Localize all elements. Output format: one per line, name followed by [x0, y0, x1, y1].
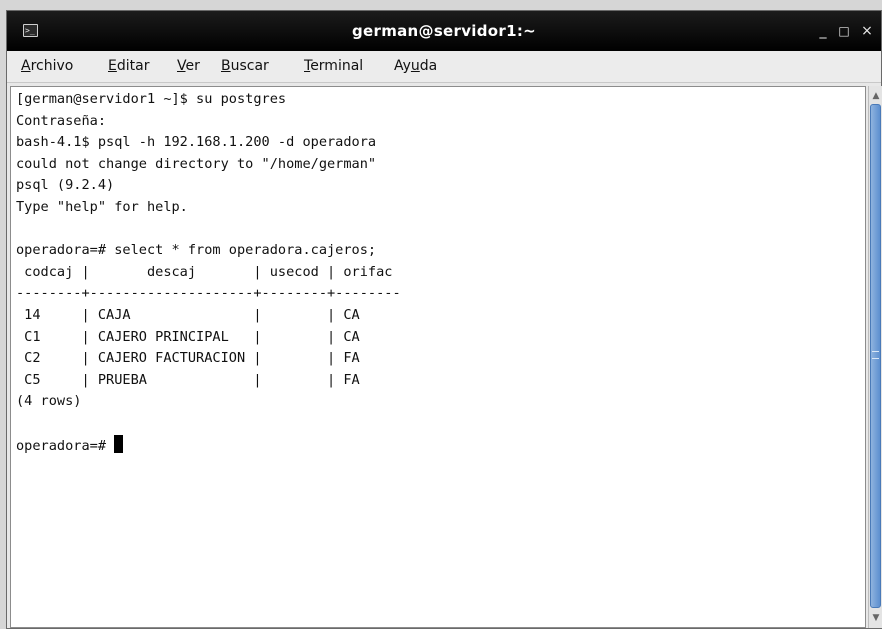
prompt-line: operadora=# — [16, 434, 401, 457]
table-row: C1 | CAJERO PRINCIPAL | | CA — [16, 328, 360, 345]
menu-buscar[interactable]: Buscar — [221, 58, 269, 74]
scroll-up-icon[interactable]: ▲ — [870, 89, 882, 103]
scroll-thumb[interactable] — [870, 104, 881, 608]
terminal-window: >_ german@servidor1:~ _ □ × Archivo Edit… — [6, 10, 882, 629]
terminal-line: Type "help" for help. — [16, 198, 188, 215]
menu-ayuda[interactable]: Ayuda — [394, 58, 437, 74]
terminal-line: [german@servidor1 ~]$ su postgres — [16, 91, 287, 107]
window-title: german@servidor1:~ — [351, 22, 536, 40]
table-row: C5 | PRUEBA | | FA — [16, 371, 360, 388]
row-count: (4 rows) — [16, 393, 82, 410]
menu-bar: Archivo Editar Ver Buscar Terminal Ayuda — [7, 51, 881, 83]
terminal-line: bash-4.1$ psql -h 192.168.1.200 -d opera… — [16, 134, 377, 151]
terminal-line: operadora=# select * from operadora.caje… — [16, 242, 377, 259]
terminal-line: could not change directory to "/home/ger… — [16, 155, 377, 172]
table-header: codcaj | descaj | usecod | orifac — [16, 263, 401, 280]
title-bar[interactable]: >_ german@servidor1:~ _ □ × — [7, 11, 881, 51]
terminal-line: psql (9.2.4) — [16, 177, 115, 194]
table-row: 14 | CAJA | | CA — [16, 306, 360, 323]
menu-terminal[interactable]: Terminal — [304, 58, 363, 74]
menu-ver[interactable]: Ver — [177, 58, 200, 74]
vertical-scrollbar[interactable]: ▲ ▼ — [868, 86, 882, 628]
table-separator: --------+--------------------+--------+-… — [16, 285, 401, 302]
prompt: operadora=# — [16, 437, 115, 454]
minimize-button[interactable]: _ — [815, 21, 831, 41]
terminal-output[interactable]: [german@servidor1 ~]$ su postgres Contra… — [10, 86, 866, 628]
text-cursor — [114, 434, 124, 453]
table-row: C2 | CAJERO FACTURACION | | FA — [16, 350, 360, 367]
menu-archivo[interactable]: Archivo — [21, 58, 73, 74]
terminal-line: Contraseña: — [16, 112, 107, 129]
terminal-lines: [german@servidor1 ~]$ su postgres Contra… — [16, 89, 401, 456]
close-button[interactable]: × — [859, 21, 875, 41]
scroll-down-icon[interactable]: ▼ — [870, 611, 882, 625]
maximize-button[interactable]: □ — [836, 21, 852, 41]
menu-editar[interactable]: Editar — [108, 58, 149, 74]
grip-icon — [872, 351, 879, 359]
